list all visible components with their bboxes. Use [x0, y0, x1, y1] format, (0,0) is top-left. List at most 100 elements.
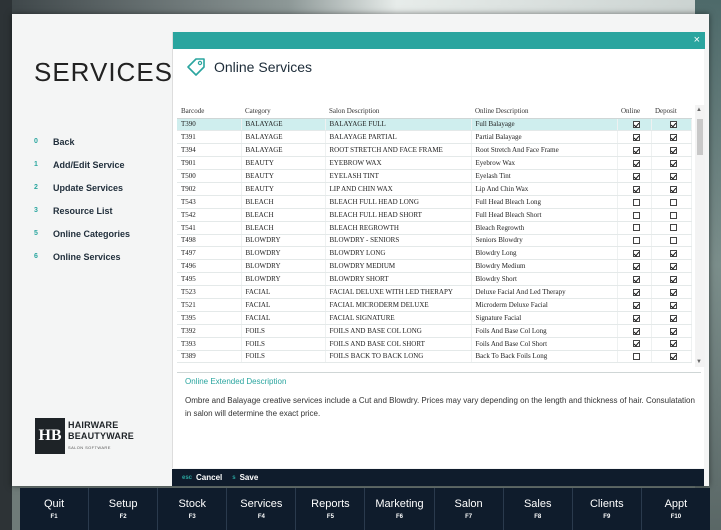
deposit-checkbox[interactable]: [669, 353, 677, 361]
cell-online-description[interactable]: Partial Balayage: [471, 130, 618, 145]
table-row[interactable]: T500 BEAUTY EYELASH TINT Eyelash Tint: [177, 169, 692, 183]
online-checkbox[interactable]: [632, 237, 640, 245]
cell-online-description[interactable]: Blowdry Short: [471, 272, 618, 287]
fkey-stock[interactable]: Stock F3: [158, 488, 228, 530]
fkey-sales[interactable]: Sales F8: [504, 488, 573, 530]
cell-online-description[interactable]: Eyebrow Wax: [471, 156, 618, 171]
column-header[interactable]: Online: [617, 105, 651, 119]
deposit-checkbox[interactable]: [669, 301, 677, 309]
scroll-down-icon[interactable]: ▼: [696, 359, 702, 365]
table-scrollbar[interactable]: ▲ ▼: [695, 105, 705, 367]
online-checkbox[interactable]: [632, 301, 640, 309]
online-checkbox[interactable]: [632, 340, 640, 348]
fkey-services[interactable]: Services F4: [227, 488, 297, 530]
description-text[interactable]: Ombre and Balayage creative services inc…: [185, 394, 697, 420]
column-header[interactable]: Barcode: [177, 105, 241, 119]
table-row[interactable]: T523 FACIAL FACIAL DELUXE WITH LED THERAPY…: [177, 285, 692, 299]
online-checkbox[interactable]: [632, 172, 640, 180]
deposit-checkbox[interactable]: [669, 121, 677, 129]
table-row[interactable]: T497 BLOWDRY BLOWDRY LONG Blowdry Long: [177, 246, 692, 261]
cell-online-description[interactable]: Blowdry Medium: [471, 259, 618, 274]
deposit-checkbox[interactable]: [669, 185, 677, 193]
deposit-checkbox[interactable]: [669, 327, 677, 335]
online-checkbox[interactable]: [632, 288, 640, 296]
table-row[interactable]: T521 FACIAL FACIAL MICRODERM DELUXE Microde…: [177, 298, 692, 312]
online-checkbox[interactable]: [632, 327, 640, 335]
online-checkbox[interactable]: [632, 276, 640, 284]
fkey-salon[interactable]: Salon F7: [435, 488, 504, 530]
save-button[interactable]: s Save: [232, 473, 258, 482]
table-row[interactable]: T542 BLEACH BLEACH FULL HEAD SHORT Full Hea…: [177, 208, 692, 222]
table-row[interactable]: T395 FACIAL FACIAL SIGNATURE Signature Faci…: [177, 311, 692, 325]
deposit-checkbox[interactable]: [669, 237, 677, 245]
cell-online-description[interactable]: Microderm Deluxe Facial: [471, 298, 618, 312]
online-checkbox[interactable]: [632, 353, 640, 361]
table-row[interactable]: T901 BEAUTY EYEBROW WAX Eyebrow Wax: [177, 156, 692, 171]
cell-online-description[interactable]: Full Head Bleach Short: [471, 208, 618, 222]
fkey-setup[interactable]: Setup F2: [89, 488, 159, 530]
cell-online-description[interactable]: Lip And Chin Wax: [471, 182, 618, 196]
table-row[interactable]: T393 FOILS FOILS AND BASE COL SHORT Foils A…: [177, 337, 692, 351]
deposit-checkbox[interactable]: [669, 276, 677, 284]
table-row[interactable]: T394 BALAYAGE ROOT STRETCH AND FACE FRAME R…: [177, 143, 692, 158]
fkey-reports[interactable]: Reports F5: [296, 488, 366, 530]
column-header[interactable]: Salon Description: [325, 105, 471, 119]
cancel-button[interactable]: esc Cancel: [182, 473, 222, 482]
cell-online-description[interactable]: Blowdry Long: [471, 246, 618, 261]
online-checkbox[interactable]: [632, 134, 640, 142]
online-checkbox[interactable]: [632, 160, 640, 167]
cell-online-description[interactable]: Foils And Base Col Long: [471, 324, 618, 338]
table-row[interactable]: T390 BALAYAGE BALAYAGE FULL Full Balayage: [177, 118, 692, 132]
cell-online-description[interactable]: Eyelash Tint: [471, 169, 618, 183]
cell-online-description[interactable]: Root Stretch And Face Frame: [471, 143, 618, 158]
column-header[interactable]: Online Description: [471, 105, 617, 119]
deposit-checkbox[interactable]: [669, 224, 677, 232]
table-row[interactable]: T902 BEAUTY LIP AND CHIN WAX Lip And Chin W…: [177, 182, 692, 196]
menu-item-add-edit-service[interactable]: 1 Add/Edit Service: [34, 153, 130, 176]
fkey-appt[interactable]: Appt F10: [642, 488, 710, 530]
online-checkbox[interactable]: [632, 121, 640, 129]
table-row[interactable]: T495 BLOWDRY BLOWDRY SHORT Blowdry Short: [177, 272, 692, 287]
deposit-checkbox[interactable]: [669, 198, 677, 206]
table-row[interactable]: T496 BLOWDRY BLOWDRY MEDIUM Blowdry Medium: [177, 259, 692, 274]
cell-online-description[interactable]: Bleach Regrowth: [471, 221, 618, 235]
column-header[interactable]: Deposit: [651, 105, 691, 119]
online-checkbox[interactable]: [632, 314, 640, 322]
scroll-up-icon[interactable]: ▲: [696, 107, 702, 113]
deposit-checkbox[interactable]: [669, 147, 677, 155]
scroll-thumb[interactable]: [697, 119, 703, 155]
column-header[interactable]: Category: [241, 105, 325, 119]
fkey-quit[interactable]: Quit F1: [20, 488, 90, 530]
deposit-checkbox[interactable]: [669, 211, 677, 219]
cell-online-description[interactable]: Signature Facial: [471, 311, 618, 325]
menu-item-back[interactable]: 0 Back: [34, 130, 130, 153]
close-icon[interactable]: ×: [694, 34, 700, 46]
online-checkbox[interactable]: [632, 250, 640, 258]
deposit-checkbox[interactable]: [669, 172, 677, 180]
menu-item-resource-list[interactable]: 3 Resource List: [34, 199, 130, 222]
online-checkbox[interactable]: [632, 211, 640, 219]
deposit-checkbox[interactable]: [669, 134, 677, 142]
online-checkbox[interactable]: [632, 147, 640, 155]
deposit-checkbox[interactable]: [669, 263, 677, 271]
deposit-checkbox[interactable]: [669, 288, 677, 296]
fkey-marketing[interactable]: Marketing F6: [365, 488, 435, 530]
menu-item-update-services[interactable]: 2 Update Services: [34, 176, 130, 199]
menu-item-online-categories[interactable]: 5 Online Categories: [34, 222, 130, 245]
table-row[interactable]: T389 FOILS FOILS BACK TO BACK LONG Back To …: [177, 350, 692, 364]
table-row[interactable]: T391 BALAYAGE BALAYAGE PARTIAL Partial Bala…: [177, 130, 692, 145]
table-row[interactable]: T541 BLEACH BLEACH REGROWTH Bleach Regrowth: [177, 221, 692, 235]
online-checkbox[interactable]: [632, 224, 640, 232]
menu-item-online-services[interactable]: 6 Online Services: [34, 245, 130, 268]
fkey-clients[interactable]: Clients F9: [573, 488, 642, 530]
cell-online-description[interactable]: Full Balayage: [471, 118, 618, 132]
cell-online-description[interactable]: Back To Back Foils Long: [471, 350, 618, 364]
table-row[interactable]: T498 BLOWDRY BLOWDRY - SENIORS Seniors Blow…: [177, 234, 692, 248]
table-row[interactable]: T392 FOILS FOILS AND BASE COL LONG Foils An…: [177, 324, 692, 338]
cell-online-description[interactable]: Seniors Blowdry: [471, 234, 618, 248]
deposit-checkbox[interactable]: [669, 314, 677, 322]
cell-online-description[interactable]: Deluxe Facial And Led Therapy: [471, 285, 618, 299]
cell-online-description[interactable]: Full Head Bleach Long: [471, 195, 618, 209]
online-checkbox[interactable]: [632, 198, 640, 206]
deposit-checkbox[interactable]: [669, 340, 677, 348]
